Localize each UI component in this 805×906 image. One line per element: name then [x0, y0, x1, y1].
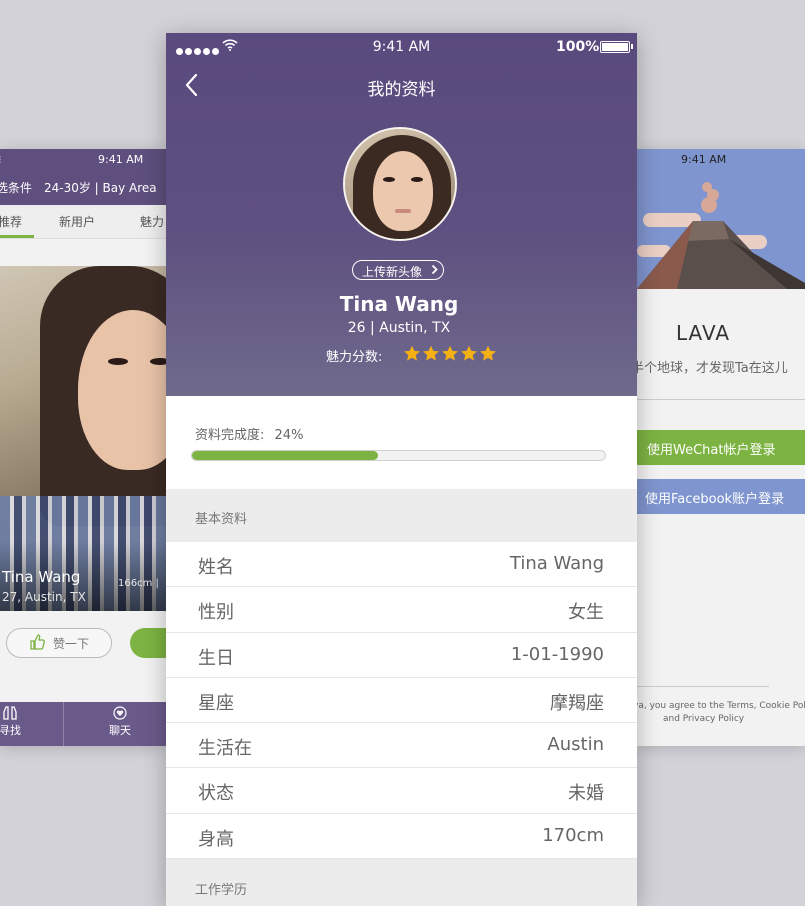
profile-row-label: 星座 [198, 692, 234, 714]
battery-percent: 100% [556, 39, 600, 55]
profile-row-value: 未婚 [568, 783, 604, 805]
tab-recommended[interactable]: 推荐 [0, 213, 22, 230]
profile-rows: 姓名 Tina Wang 性别 女生生日 1-01-1990 星座 摩羯座生活在 Austin… [166, 542, 637, 860]
nav-label-chat: 聊天 [109, 724, 131, 737]
card-name: Tina Wang [2, 568, 81, 586]
star-icon [480, 345, 496, 361]
tagline: 半个地球，才发现Ta在这儿 [637, 361, 788, 376]
star-icon [442, 345, 458, 361]
completion-progress-fill [192, 451, 378, 460]
center-phone-screen: 9:41 AM 100% 我的资料 上传新头像 Tina Wang 26 | A… [166, 33, 637, 906]
filter-bar[interactable]: 选条件 24-30岁 | Bay Area [0, 171, 166, 205]
volcano-illustration: 9:41 AM [637, 149, 805, 289]
profile-row[interactable]: 身高 170cm [166, 813, 637, 860]
page-title: 我的资料 [367, 80, 436, 100]
charm-stars [403, 345, 498, 366]
chat-heart-icon [113, 706, 127, 720]
profile-row-value: 1-01-1990 [510, 643, 604, 665]
profile-row-value: Tina Wang [509, 553, 604, 574]
card-info: 27, Austin, TX [2, 590, 86, 604]
left-phone-screen: ⁝ 9:41 AM 选条件 24-30岁 | Bay Area 推荐 新用户 魅… [0, 149, 166, 746]
charm-score-label: 魅力分数: [326, 350, 383, 365]
status-bar: 9:41 AM 100% [166, 33, 637, 61]
terms-text[interactable]: va, you agree to the Terms, Cookie Poli [637, 701, 805, 711]
profile-name: Tina Wang [339, 292, 459, 316]
profile-header: 9:41 AM 100% 我的资料 上传新头像 Tina Wang 26 | A… [166, 33, 637, 396]
profile-row-value: Austin [547, 734, 604, 756]
completion-label: 资料完成度: 24% [195, 428, 304, 443]
star-icon [404, 345, 420, 361]
profile-row-label: 生日 [198, 647, 234, 669]
card-height: 166cm | [118, 578, 159, 589]
wechat-login-button[interactable]: 使用WeChat帐户登录 [637, 430, 805, 465]
status-time: 9:41 AM [98, 153, 144, 166]
like-button[interactable]: 赞一下 [6, 628, 112, 658]
signal-icon: ⁝ [0, 153, 2, 166]
chat-button[interactable] [130, 628, 166, 658]
right-phone-screen: 9:41 AM LAVA 半个地球，才发现Ta在这儿 使用WeChat帐户登录 … [637, 149, 805, 746]
profile-row[interactable]: 状态 未婚 [166, 768, 637, 814]
profile-row-label: 姓名 [198, 557, 234, 578]
facebook-login-button[interactable]: 使用Facebook账户登录 [637, 479, 805, 514]
upload-avatar-label: 上传新头像 [362, 265, 423, 279]
tab-bar: 推荐 新用户 魅力 [0, 205, 166, 239]
battery-icon [600, 41, 630, 53]
profile-row-value: 女生 [568, 602, 604, 624]
tab-charm[interactable]: 魅力 [140, 213, 164, 230]
chevron-right-icon [431, 264, 438, 275]
status-time: 9:41 AM [681, 153, 727, 166]
completion-progress-bar [191, 450, 606, 461]
volcano-icon [637, 182, 805, 289]
like-label: 赞一下 [53, 637, 90, 651]
tab-active-indicator [0, 235, 34, 238]
tab-new-users[interactable]: 新用户 [59, 213, 95, 230]
profile-row[interactable]: 性别 女生 [166, 587, 637, 633]
thumbs-up-icon [30, 634, 45, 650]
profile-row-value: 170cm [542, 824, 604, 846]
profile-row-value: 摩羯座 [550, 692, 604, 714]
section-header-work: 工作学历 [166, 860, 637, 906]
status-bar: ⁝ 9:41 AM [0, 149, 166, 171]
profile-completion: 资料完成度: 24% [166, 396, 637, 489]
profile-row[interactable]: 生日 1-01-1990 [166, 632, 637, 678]
facebook-login-label: 使用Facebook账户登录 [645, 492, 785, 507]
brand-logo: LAVA [675, 321, 731, 345]
filter-value: 24-30岁 | Bay Area [44, 181, 157, 195]
profile-row[interactable]: 生活在 Austin [166, 723, 637, 769]
binoculars-icon [3, 706, 17, 720]
section-header-basic: 基本资料 [166, 489, 637, 542]
avatar[interactable] [343, 127, 457, 241]
profile-row-label: 身高 [198, 828, 234, 850]
profile-row-label: 状态 [198, 783, 234, 805]
star-icon [423, 345, 439, 361]
upload-avatar-button[interactable]: 上传新头像 [352, 260, 444, 280]
completion-value: 24% [274, 428, 304, 443]
wechat-login-label: 使用WeChat帐户登录 [647, 443, 776, 458]
nav-item-search[interactable]: 寻找 [0, 706, 30, 738]
nav-label-search: 寻找 [0, 724, 21, 737]
profile-row-label: 生活在 [198, 738, 252, 760]
profile-row[interactable]: 姓名 Tina Wang [166, 542, 637, 588]
star-icon [461, 345, 477, 361]
bottom-nav: 寻找 聊天 [0, 702, 166, 746]
nav-item-chat[interactable]: 聊天 [100, 706, 140, 738]
profile-row-label: 性别 [198, 602, 234, 624]
privacy-text[interactable]: and Privacy Policy [663, 714, 744, 724]
filter-label: 选条件 [0, 181, 33, 195]
profile-subinfo: 26 | Austin, TX [347, 320, 451, 336]
profile-row[interactable]: 星座 摩羯座 [166, 677, 637, 724]
profile-card-photo[interactable]: Tina Wang 27, Austin, TX 166cm | [0, 266, 166, 611]
